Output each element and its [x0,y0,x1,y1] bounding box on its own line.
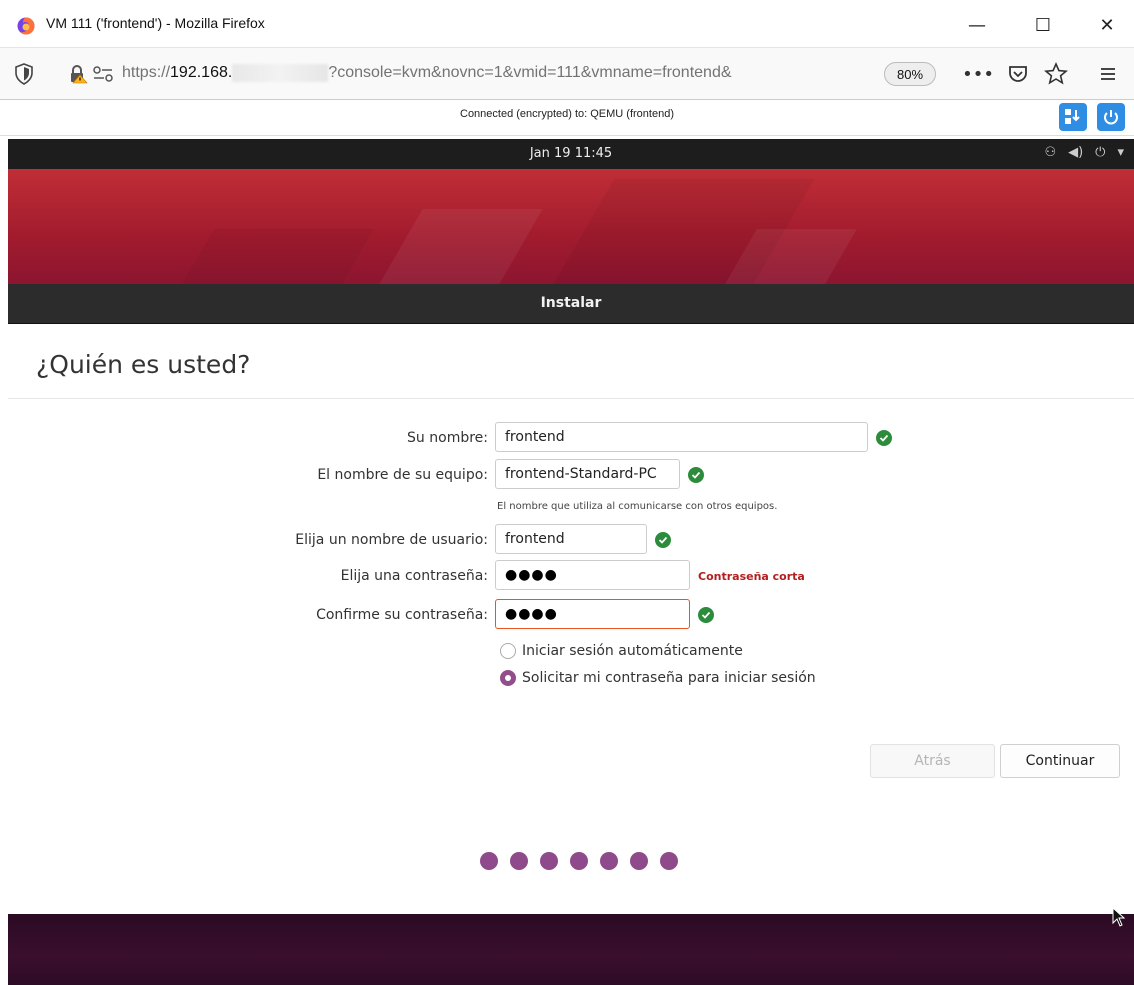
url-text[interactable]: https://192.168. ?console=kvm&novnc=1&vmi… [122,64,732,82]
title-divider [8,398,1134,399]
mouse-cursor-icon [1112,907,1126,927]
power-icon [1104,110,1118,125]
progress-dot [630,852,648,870]
wallpaper-bottom [8,914,1134,985]
computer-name-hint: El nombre que utiliza al comunicarse con… [497,501,778,512]
ubuntu-topbar: Jan 19 11:45 ⚇ ◀) ⏻ ▾ [8,139,1134,169]
installer-titlebar: Instalar [8,284,1134,324]
installer-window-title: Instalar [540,295,602,311]
progress-dot [570,852,588,870]
password-strength-warning: Contraseña corta [698,570,805,583]
volume-icon[interactable]: ◀) [1068,145,1083,160]
close-button[interactable]: ✕ [1084,6,1130,44]
zoom-level-button[interactable]: 80% [884,62,936,86]
tracking-protection-shield-icon[interactable] [14,63,34,85]
hamburger-menu-icon[interactable] [1094,60,1122,88]
progress-dot [600,852,618,870]
computer-name-field[interactable]: frontend-Standard-PC [495,459,680,489]
novnc-status-bar: Connected (encrypted) to: QEMU (frontend… [0,100,1134,136]
progress-dot [540,852,558,870]
continue-button[interactable]: Continuar [1000,744,1120,778]
minimize-button[interactable]: — [954,6,1000,44]
permissions-icon[interactable] [92,65,114,83]
insecure-lock-icon[interactable] [68,64,88,84]
vnc-tools-icon [1065,109,1080,124]
name-valid-check-icon [876,430,892,446]
vm-display[interactable]: Jan 19 11:45 ⚇ ◀) ⏻ ▾ Instalar ¿Quién es… [8,139,1134,985]
pocket-icon[interactable] [1004,60,1032,88]
url-query: ?console=kvm&novnc=1&vmid=111&vmname=fro… [328,64,732,82]
vnc-settings-button[interactable] [1059,103,1087,131]
page-title: ¿Quién es usted? [36,350,251,379]
progress-dot [480,852,498,870]
maximize-button[interactable]: ☐ [1020,6,1066,44]
window-title: VM 111 ('frontend') - Mozilla Firefox [46,15,265,31]
installer-content: ¿Quién es usted? Su nombre: frontend El … [8,324,1134,914]
name-label: Su nombre: [407,430,488,446]
progress-dot [510,852,528,870]
page-actions-icon[interactable]: ••• [962,60,994,88]
vnc-connection-status: Connected (encrypted) to: QEMU (frontend… [460,108,674,120]
password-field[interactable]: ●●●● [495,560,690,590]
confirm-password-label: Confirme su contraseña: [316,607,488,623]
username-valid-check-icon [655,532,671,548]
url-scheme: https:// [122,64,171,82]
browser-navbar: https://192.168. ?console=kvm&novnc=1&vmi… [0,48,1134,100]
progress-dot [660,852,678,870]
wallpaper-top [8,169,1134,284]
bookmark-star-icon[interactable] [1042,60,1070,88]
url-host: 192.168. [170,64,233,82]
radio-unchecked-icon[interactable] [500,643,516,659]
system-tray[interactable]: ⚇ ◀) ⏻ ▾ [1044,145,1124,160]
topbar-clock[interactable]: Jan 19 11:45 [8,146,1134,161]
radio-checked-icon[interactable] [500,670,516,686]
system-menu-chevron-icon[interactable]: ▾ [1117,145,1124,160]
network-icon[interactable]: ⚇ [1044,145,1056,160]
name-field[interactable]: frontend [495,422,868,452]
username-label: Elija un nombre de usuario: [295,532,488,548]
back-button[interactable]: Atrás [870,744,995,778]
password-label: Elija una contraseña: [340,568,488,584]
computer-name-label: El nombre de su equipo: [317,467,488,483]
browser-titlebar: VM 111 ('frontend') - Mozilla Firefox — … [0,0,1134,48]
confirm-password-field[interactable]: ●●●● [495,599,690,629]
radio-auto-login-label[interactable]: Iniciar sesión automáticamente [522,643,743,659]
redacted-url-segment [232,64,329,82]
radio-require-password-label[interactable]: Solicitar mi contraseña para iniciar ses… [522,670,816,686]
radio-require-password[interactable]: Solicitar mi contraseña para iniciar ses… [500,670,816,686]
radio-auto-login[interactable]: Iniciar sesión automáticamente [500,643,743,659]
address-bar[interactable]: https://192.168. ?console=kvm&novnc=1&vmi… [62,58,942,90]
username-field[interactable]: frontend [495,524,647,554]
confirm-password-valid-check-icon [698,607,714,623]
install-progress-dots [480,852,678,870]
power-menu-icon[interactable]: ⏻ [1095,145,1105,160]
computer-name-valid-check-icon [688,467,704,483]
vnc-power-button[interactable] [1097,103,1125,131]
firefox-logo-icon [17,17,35,35]
